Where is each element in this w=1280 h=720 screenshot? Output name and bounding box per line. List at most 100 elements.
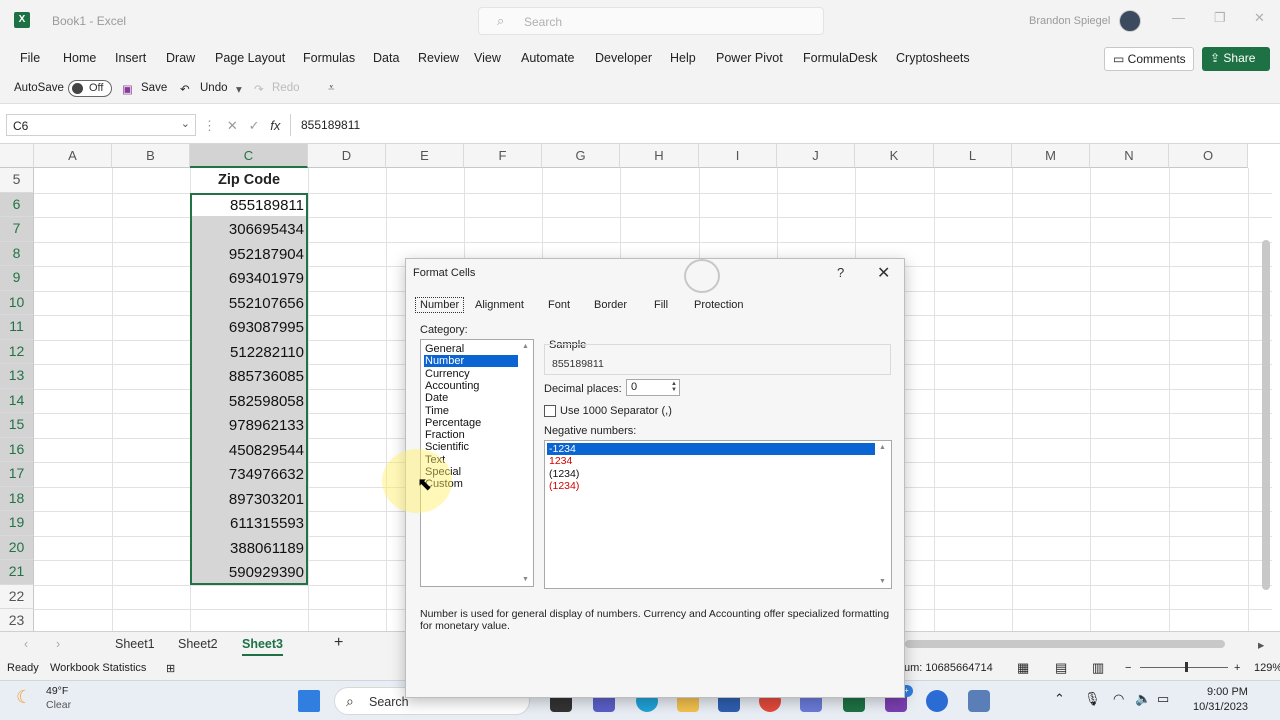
category-item-currency[interactable]: Currency bbox=[424, 368, 518, 380]
row-header-6[interactable]: 6 bbox=[0, 192, 34, 217]
menu-developer[interactable]: Developer bbox=[595, 51, 652, 65]
autosave-toggle[interactable]: Off bbox=[68, 80, 112, 97]
zip-code-cell[interactable]: 952187904 bbox=[190, 246, 304, 263]
row-header-14[interactable]: 14 bbox=[0, 388, 34, 413]
maximize-icon[interactable]: ❐ bbox=[1214, 10, 1226, 26]
row-header-18[interactable]: 18 bbox=[0, 486, 34, 511]
scroll-down-icon[interactable]: ▼ bbox=[522, 576, 529, 583]
add-sheet-icon[interactable]: + bbox=[334, 634, 343, 652]
menu-insert[interactable]: Insert bbox=[115, 51, 146, 65]
zip-code-cell[interactable]: 590929390 bbox=[190, 564, 304, 581]
zoom-slider[interactable] bbox=[1140, 667, 1228, 668]
column-header-o[interactable]: O bbox=[1169, 144, 1248, 168]
battery-icon[interactable]: ▭ bbox=[1157, 691, 1169, 707]
chevron-down-icon[interactable]: ⌄ bbox=[181, 117, 190, 130]
column-header-l[interactable]: L bbox=[934, 144, 1012, 168]
zoom-level[interactable]: 129% bbox=[1254, 662, 1280, 674]
tab-number[interactable]: Number bbox=[415, 297, 465, 313]
microphone-icon[interactable]: 🎙 bbox=[1084, 691, 1101, 707]
close-window-icon[interactable]: ✕ bbox=[1254, 10, 1265, 26]
tab-sheet2[interactable]: Sheet2 bbox=[178, 637, 218, 651]
menu-power-pivot[interactable]: Power Pivot bbox=[716, 51, 783, 65]
tab-font[interactable]: Font bbox=[548, 299, 570, 311]
share-button[interactable]: ⇪ Share bbox=[1202, 47, 1270, 71]
negative-numbers-list[interactable]: ▲ ▼ -1234 1234 (1234) (1234) bbox=[544, 440, 892, 589]
column-header-m[interactable]: M bbox=[1012, 144, 1090, 168]
redo-button[interactable]: Redo bbox=[272, 82, 300, 94]
select-all-corner[interactable] bbox=[0, 144, 34, 168]
row-header-13[interactable]: 13 bbox=[0, 364, 34, 389]
row-header-11[interactable]: 11 bbox=[0, 315, 34, 340]
zip-code-cell[interactable]: 885736085 bbox=[190, 368, 304, 385]
formula-input[interactable]: 855189811 bbox=[290, 114, 1266, 136]
row-header-7[interactable]: 7 bbox=[0, 217, 34, 242]
negative-list-scrollbar[interactable]: ▲ ▼ bbox=[877, 441, 889, 588]
row-header-22[interactable]: 22 bbox=[0, 584, 34, 609]
menu-data[interactable]: Data bbox=[373, 51, 399, 65]
tab-protection[interactable]: Protection bbox=[694, 299, 744, 311]
weather-desc[interactable]: Clear bbox=[46, 699, 71, 711]
menu-draw[interactable]: Draw bbox=[166, 51, 195, 65]
column-header-e[interactable]: E bbox=[386, 144, 464, 168]
windows-start-icon[interactable] bbox=[298, 690, 320, 712]
undo-dropdown-icon[interactable]: ▾ bbox=[236, 82, 242, 96]
zip-code-cell[interactable]: 512282110 bbox=[190, 344, 304, 361]
category-item-accounting[interactable]: Accounting bbox=[424, 380, 518, 392]
scroll-up-icon[interactable]: ▲ bbox=[879, 444, 886, 451]
gear-icon[interactable] bbox=[926, 690, 948, 712]
column-header-a[interactable]: A bbox=[34, 144, 112, 168]
menu-help[interactable]: Help bbox=[670, 51, 696, 65]
zip-code-cell[interactable]: 978962133 bbox=[190, 417, 304, 434]
zoom-in-icon[interactable]: + bbox=[1234, 662, 1240, 674]
close-icon[interactable]: ✕ bbox=[877, 263, 890, 283]
use-separator-label[interactable]: Use 1000 Separator (,) bbox=[560, 405, 672, 417]
accessibility-icon[interactable]: ⊞ bbox=[166, 662, 175, 675]
negative-option[interactable]: (1234) bbox=[547, 468, 875, 480]
horizontal-scrollbar[interactable] bbox=[905, 640, 1225, 648]
row-header-21[interactable]: 21 bbox=[0, 560, 34, 585]
zip-code-cell[interactable]: 450829544 bbox=[190, 442, 304, 459]
menu-review[interactable]: Review bbox=[418, 51, 459, 65]
tab-fill[interactable]: Fill bbox=[654, 299, 668, 311]
use-separator-checkbox[interactable] bbox=[544, 405, 556, 417]
negative-option[interactable]: 1234 bbox=[547, 455, 875, 467]
row-header-15[interactable]: 15 bbox=[0, 413, 34, 438]
row-header-5[interactable]: 5 bbox=[0, 168, 34, 193]
clock-date[interactable]: 10/31/2023 bbox=[1193, 701, 1248, 713]
user-name[interactable]: Brandon Spiegel bbox=[1029, 15, 1110, 27]
comments-button[interactable]: ▭ Comments bbox=[1104, 47, 1194, 71]
row-header-10[interactable]: 10 bbox=[0, 290, 34, 315]
fx-icon[interactable]: fx bbox=[270, 118, 280, 133]
column-header-i[interactable]: I bbox=[699, 144, 777, 168]
column-header-f[interactable]: F bbox=[464, 144, 542, 168]
tab-sheet1[interactable]: Sheet1 bbox=[115, 637, 155, 651]
category-item-number[interactable]: Number bbox=[424, 355, 518, 368]
clock-time[interactable]: 9:00 PM bbox=[1207, 686, 1248, 698]
column-header-k[interactable]: K bbox=[855, 144, 934, 168]
category-item-percentage[interactable]: Percentage bbox=[424, 417, 518, 429]
column-header-g[interactable]: G bbox=[542, 144, 620, 168]
workbook-statistics[interactable]: Workbook Statistics bbox=[50, 662, 146, 674]
row-header-23[interactable]: 23 bbox=[0, 609, 34, 631]
customize-qat-icon[interactable]: ⩡ bbox=[328, 82, 335, 95]
row-header-12[interactable]: 12 bbox=[0, 339, 34, 364]
column-header-n[interactable]: N bbox=[1090, 144, 1169, 168]
tab-sheet3[interactable]: Sheet3 bbox=[242, 637, 283, 656]
spinner-icon[interactable]: ▲ ▼ bbox=[671, 381, 677, 393]
weather-icon[interactable]: ☾ bbox=[16, 687, 32, 708]
tab-alignment[interactable]: Alignment bbox=[475, 299, 524, 311]
category-item-general[interactable]: General bbox=[424, 343, 518, 355]
menu-file[interactable]: File bbox=[20, 51, 40, 65]
menu-cryptosheets[interactable]: Cryptosheets bbox=[896, 51, 970, 65]
zip-code-cell[interactable]: 855189811 bbox=[190, 197, 304, 214]
calculator-icon[interactable] bbox=[968, 690, 990, 712]
menu-view[interactable]: View bbox=[474, 51, 501, 65]
page-break-view-icon[interactable]: ▥ bbox=[1092, 660, 1104, 676]
vertical-scrollbar[interactable] bbox=[1262, 240, 1270, 590]
zip-code-cell[interactable]: 582598058 bbox=[190, 393, 304, 410]
row-header-16[interactable]: 16 bbox=[0, 437, 34, 462]
minimize-icon[interactable]: — bbox=[1172, 10, 1185, 25]
column-header-b[interactable]: B bbox=[112, 144, 190, 168]
scroll-right-arrow-icon[interactable]: ▸ bbox=[1258, 637, 1264, 652]
row-header-19[interactable]: 19 bbox=[0, 511, 34, 536]
